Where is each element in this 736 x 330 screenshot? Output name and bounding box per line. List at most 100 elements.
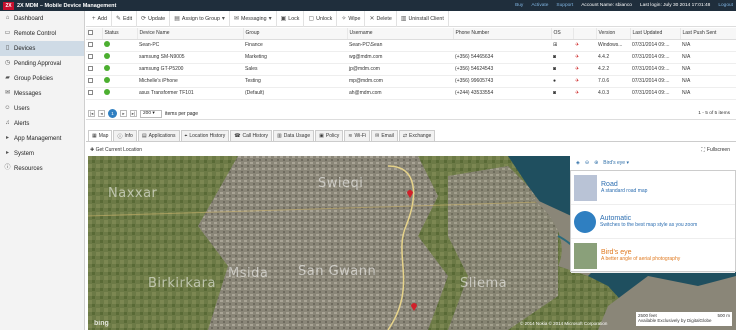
row-select[interactable] <box>86 39 102 52</box>
prev-page-button[interactable]: ◂ <box>98 110 105 117</box>
chevron-down-icon: ▾ <box>268 16 272 22</box>
row-checkbox[interactable] <box>88 89 93 95</box>
compass-icon[interactable]: ◈ <box>576 160 580 166</box>
row-checkbox[interactable] <box>88 77 93 83</box>
select-all-checkbox[interactable] <box>88 29 93 35</box>
map-style-road[interactable]: Road A standard road map <box>571 171 735 205</box>
table-row[interactable]: samsung GT-P5200 Sales jp@mdm.com (+356) 54… <box>86 63 736 76</box>
status-header[interactable]: Status <box>102 28 138 40</box>
map-view[interactable]: Swieqi San Gwann Sliema Msida Naxxar Bir… <box>88 156 736 330</box>
remote-icon[interactable]: ✈ <box>575 66 579 72</box>
phone-number-cell: (+356) 54465634 <box>453 51 551 64</box>
update-button[interactable]: ⟳ Update <box>137 10 171 27</box>
row-select[interactable] <box>86 63 102 76</box>
tab-data-usage[interactable]: ▥ Data Usage <box>273 130 315 141</box>
wifi-icon: ≋ <box>348 133 353 139</box>
remote-icon[interactable]: ✈ <box>575 54 579 60</box>
get-location-button[interactable]: ✚ Get Current Location <box>90 147 142 153</box>
messaging-button[interactable]: ✉ Messaging ▾ <box>230 10 277 27</box>
last-updated-cell: 07/31/2014 09:... <box>630 63 680 76</box>
os-header[interactable]: OS <box>551 28 574 40</box>
support-link[interactable]: Support <box>556 3 573 8</box>
first-page-button[interactable]: |◂ <box>88 110 95 117</box>
sidebar-item-users[interactable]: ☺ Users <box>0 101 84 116</box>
last-push-header[interactable]: Last Push Sent <box>680 28 736 40</box>
fullscreen-button[interactable]: ⛶ Fullscreen <box>701 144 730 155</box>
sidebar-item-alerts[interactable]: ♫ Alerts <box>0 116 84 131</box>
sidebar-item-pending-approval[interactable]: ◷ Pending Approval <box>0 56 84 71</box>
last-push-cell: N/A <box>680 63 736 76</box>
remote-icon[interactable]: ✈ <box>575 78 579 84</box>
road-desc: A standard road map <box>601 188 648 194</box>
delete-button[interactable]: ✕ Delete <box>365 10 397 27</box>
edit-button[interactable]: ✎ Edit <box>112 10 138 27</box>
tab-info[interactable]: ⓘ Info <box>113 130 137 141</box>
tab-exchange[interactable]: ⇄ Exchange <box>398 130 436 141</box>
version-header[interactable]: Version <box>596 28 631 40</box>
group-cell: Marketing <box>243 51 347 64</box>
table-row[interactable]: Michelle's iPhone Testing mp@mdm.com (+356)… <box>86 75 736 88</box>
map-pin-icon[interactable] <box>410 301 418 311</box>
sidebar-item-app-management[interactable]: ▸ App Management <box>0 131 84 146</box>
edit-label: Edit <box>122 15 133 22</box>
map-style-automatic[interactable]: Automatic Switches to the best map style … <box>571 205 735 239</box>
tab-applications[interactable]: ▤ Applications <box>137 130 180 141</box>
sidebar-item-messages[interactable]: ✉ Messages <box>0 86 84 101</box>
sidebar-item-remote-control[interactable]: ▭ Remote Control <box>0 26 84 41</box>
sidebar-item-label: Dashboard <box>14 15 44 22</box>
table-row[interactable]: Sean-PC Finance Sean-PC\Sean ⊞ ✈ Windows... 07… <box>86 39 736 52</box>
current-page[interactable]: 1 <box>108 109 117 118</box>
zoom-out-icon[interactable]: ⊖ <box>585 160 589 166</box>
assign-group-button[interactable]: ▤ Assign to Group ▾ <box>170 10 230 27</box>
tab-policy[interactable]: ▣ Policy <box>315 130 344 141</box>
os-cell: ◙ <box>551 51 573 64</box>
remote-icon[interactable]: ✈ <box>575 42 579 48</box>
uninstall-client-button[interactable]: ▥ Uninstall Client <box>397 10 449 27</box>
os-cell: ⊞ <box>551 39 573 52</box>
row-checkbox[interactable] <box>88 53 93 59</box>
next-page-button[interactable]: ▸ <box>120 110 127 117</box>
apps-icon: ▤ <box>141 133 147 139</box>
row-checkbox[interactable] <box>88 41 93 47</box>
page-size-select[interactable]: 200 ▾ <box>140 109 162 118</box>
device-name-header[interactable]: Device Name <box>137 28 244 40</box>
row-select[interactable] <box>86 75 102 88</box>
map-pin-icon[interactable] <box>406 188 414 198</box>
table-row[interactable]: samsung SM-N9005 Marketing wg@mdm.com (+356… <box>86 51 736 64</box>
sidebar-item-resources[interactable]: ⓘ Resources <box>0 161 84 176</box>
username-header[interactable]: Username <box>347 28 454 40</box>
wipe-button[interactable]: ✧ Wipe <box>337 10 366 27</box>
tab-email[interactable]: ✉ Email <box>371 130 398 141</box>
tab-call-history[interactable]: ☎ Call History <box>230 130 273 141</box>
row-select[interactable] <box>86 87 102 100</box>
logout-link[interactable]: Logout <box>718 3 733 8</box>
select-all-header[interactable] <box>86 28 103 40</box>
activate-link[interactable]: Activate <box>531 3 548 8</box>
tab-map[interactable]: ▦ Map <box>88 130 113 141</box>
sidebar-item-devices[interactable]: ▯ Devices <box>0 41 84 56</box>
phone-number-header[interactable]: Phone Number <box>453 28 552 40</box>
unlock-button[interactable]: ▢ Unlock <box>304 10 338 27</box>
tab-wi-fi[interactable]: ≋ Wi-Fi <box>344 130 371 141</box>
last-page-button[interactable]: ▸| <box>130 110 137 117</box>
map-icon: ▦ <box>92 133 97 139</box>
map-style-selector[interactable]: Bird's eye ▾ <box>603 160 629 166</box>
zoom-in-icon[interactable]: ⊕ <box>594 160 598 166</box>
map-style-birds-eye[interactable]: Bird's eye A better angle of aerial photo… <box>571 239 735 273</box>
buy-link[interactable]: Buy <box>515 3 523 8</box>
row-select[interactable] <box>86 51 102 64</box>
sidebar-item-group-policies[interactable]: ▰ Group Policies <box>0 71 84 86</box>
sidebar-item-system[interactable]: ▸ System <box>0 146 84 161</box>
add-button[interactable]: + Add <box>88 10 112 27</box>
row-checkbox[interactable] <box>88 65 93 71</box>
status-cell <box>102 51 137 64</box>
chart-icon: ▥ <box>277 133 282 139</box>
lock-button[interactable]: ▣ Lock <box>277 10 305 27</box>
table-row[interactable]: asus Transformer TF101 (Default) ah@mdm.co… <box>86 87 736 100</box>
group-header[interactable]: Group <box>243 28 348 40</box>
remote-icon[interactable]: ✈ <box>575 90 579 96</box>
phone-icon: ☎ <box>234 133 241 139</box>
last-updated-header[interactable]: Last Updated <box>630 28 681 40</box>
sidebar-item-dashboard[interactable]: ⌂ Dashboard <box>0 11 84 26</box>
tab-location-history[interactable]: ⌖ Location History <box>180 130 230 141</box>
